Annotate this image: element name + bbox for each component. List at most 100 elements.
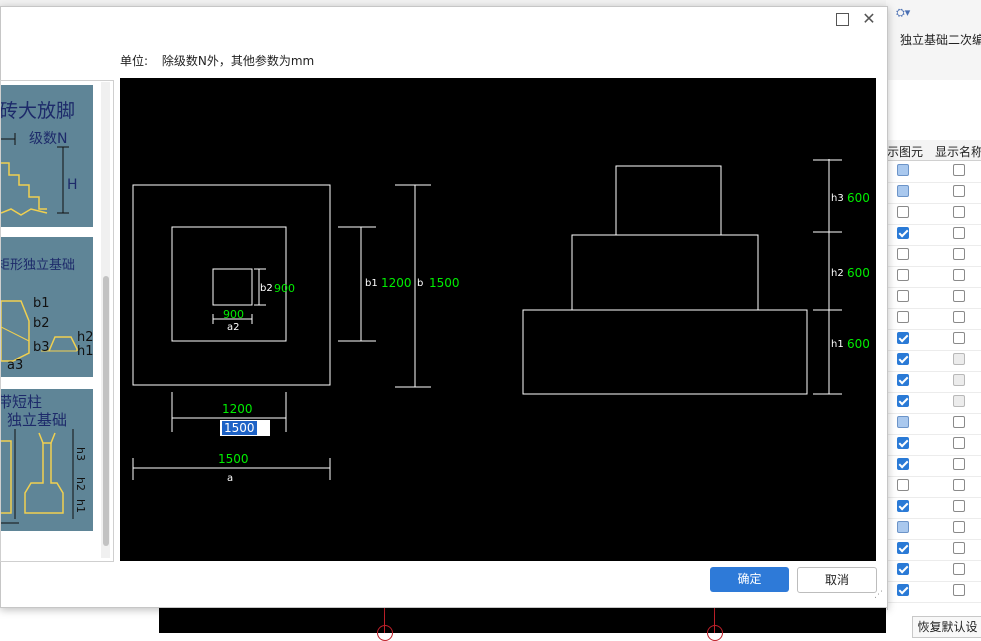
show-element-checkbox[interactable] bbox=[897, 500, 909, 512]
section-step-3 bbox=[615, 165, 722, 236]
show-name-checkbox[interactable] bbox=[953, 374, 965, 386]
thumbnail-label-h1: h1 bbox=[74, 499, 87, 513]
h2-value[interactable]: 600 bbox=[847, 266, 870, 280]
close-button[interactable]: ✕ bbox=[860, 10, 878, 28]
show-element-checkbox[interactable] bbox=[897, 290, 909, 302]
show-element-checkbox[interactable] bbox=[897, 416, 909, 428]
thumbnail-brick-footing[interactable]: 砖大放脚 级数N H bbox=[1, 85, 93, 227]
thumbnail-label-b3: b3 bbox=[33, 340, 50, 355]
show-name-checkbox[interactable] bbox=[953, 584, 965, 596]
grid-header-show-name: 显示名称 bbox=[935, 145, 981, 159]
grid-header-show-element: 示图元 bbox=[887, 145, 924, 159]
show-element-checkbox[interactable] bbox=[897, 563, 909, 575]
show-element-checkbox[interactable] bbox=[897, 542, 909, 554]
show-name-checkbox[interactable] bbox=[953, 290, 965, 302]
grid-row bbox=[887, 245, 981, 267]
a1-edit-field[interactable]: 1500 bbox=[220, 420, 270, 436]
b1-label: b1 bbox=[365, 278, 378, 289]
a1-edit-selection: 1500 bbox=[222, 421, 257, 435]
show-name-checkbox[interactable] bbox=[953, 353, 965, 365]
ok-button[interactable]: 确定 bbox=[710, 567, 789, 592]
h1-value[interactable]: 600 bbox=[847, 337, 870, 351]
thumbnail-rectangular-footing[interactable]: 矩形独立基础 b1 b2 b3 a3 h2 h1 bbox=[1, 237, 93, 377]
grid-row bbox=[887, 203, 981, 225]
show-name-checkbox[interactable] bbox=[953, 164, 965, 176]
show-name-checkbox[interactable] bbox=[953, 206, 965, 218]
thumbnail-footing-with-column[interactable]: 带短柱 独立基础 h3 h2 h1 bbox=[1, 389, 93, 531]
show-name-checkbox[interactable] bbox=[953, 311, 965, 323]
show-element-checkbox[interactable] bbox=[897, 269, 909, 281]
thumbnail-scrollbar-thumb[interactable] bbox=[103, 276, 109, 546]
thumbnail-rectangular-footing-drawing: 矩形独立基础 b1 b2 b3 a3 h2 h1 bbox=[1, 258, 93, 373]
thumbnail-subtitle: 独立基础 bbox=[7, 411, 67, 429]
show-name-checkbox[interactable] bbox=[953, 437, 965, 449]
a2-value[interactable]: 900 bbox=[223, 308, 244, 321]
plan-outer-rectangle bbox=[132, 184, 331, 386]
show-name-checkbox[interactable] bbox=[953, 458, 965, 470]
footing-plan-outline bbox=[1, 300, 30, 362]
show-name-checkbox[interactable] bbox=[953, 248, 965, 260]
resize-grip[interactable]: ⋰ bbox=[874, 590, 883, 600]
restore-default-button[interactable]: 恢复默认设 bbox=[912, 616, 981, 638]
column-section-outline bbox=[24, 443, 64, 514]
show-element-checkbox[interactable] bbox=[897, 248, 909, 260]
thumbnail-title: 砖大放脚 bbox=[1, 100, 75, 122]
show-element-checkbox[interactable] bbox=[897, 374, 909, 386]
thumbnail-title: 带短柱 bbox=[1, 393, 42, 411]
grid-row bbox=[887, 497, 981, 519]
show-element-checkbox[interactable] bbox=[897, 584, 909, 596]
thumbnail-label-b2: b2 bbox=[33, 316, 50, 331]
b-value[interactable]: 1500 bbox=[429, 276, 460, 290]
b1-value[interactable]: 1200 bbox=[381, 276, 412, 290]
thumbnail-label-h: H bbox=[67, 177, 78, 193]
show-name-checkbox[interactable] bbox=[953, 395, 965, 407]
unit-description: 单位: 除级数N外，其他参数为mm bbox=[120, 52, 324, 69]
show-element-checkbox[interactable] bbox=[897, 353, 909, 365]
show-name-checkbox[interactable] bbox=[953, 500, 965, 512]
show-name-checkbox[interactable] bbox=[953, 185, 965, 197]
h1-label: h1 bbox=[831, 339, 844, 350]
show-element-checkbox[interactable] bbox=[897, 185, 909, 197]
show-element-checkbox[interactable] bbox=[897, 206, 909, 218]
show-element-checkbox[interactable] bbox=[897, 227, 909, 239]
show-name-checkbox[interactable] bbox=[953, 416, 965, 428]
show-element-checkbox[interactable] bbox=[897, 437, 909, 449]
grid-row bbox=[887, 581, 981, 603]
thumbnail-label-b1: b1 bbox=[33, 296, 50, 311]
grid-row bbox=[887, 518, 981, 540]
maximize-button[interactable] bbox=[836, 13, 849, 26]
thumbnail-label-a3: a3 bbox=[7, 358, 23, 373]
show-name-checkbox[interactable] bbox=[953, 542, 965, 554]
show-element-checkbox[interactable] bbox=[897, 164, 909, 176]
show-name-checkbox[interactable] bbox=[953, 227, 965, 239]
unit-label: 单位: bbox=[120, 54, 149, 68]
h3-label: h3 bbox=[831, 193, 844, 204]
grid-row bbox=[887, 287, 981, 309]
a-value[interactable]: 1500 bbox=[218, 452, 249, 466]
show-element-checkbox[interactable] bbox=[897, 311, 909, 323]
cancel-button[interactable]: 取消 bbox=[797, 567, 877, 593]
show-name-checkbox[interactable] bbox=[953, 521, 965, 533]
section-step-2 bbox=[571, 234, 759, 311]
h3-value[interactable]: 600 bbox=[847, 191, 870, 205]
a1-value[interactable]: 1200 bbox=[222, 402, 253, 416]
show-element-checkbox[interactable] bbox=[897, 395, 909, 407]
b2-value[interactable]: 900 bbox=[274, 282, 295, 295]
show-name-checkbox[interactable] bbox=[953, 269, 965, 281]
show-element-checkbox[interactable] bbox=[897, 521, 909, 533]
show-name-checkbox[interactable] bbox=[953, 479, 965, 491]
thumbnail-label-n: 级数N bbox=[29, 131, 67, 147]
show-element-checkbox[interactable] bbox=[897, 458, 909, 470]
show-element-checkbox[interactable] bbox=[897, 332, 909, 344]
properties-icon[interactable]: ⛭▾ bbox=[896, 6, 910, 20]
grid-row bbox=[887, 224, 981, 246]
parameter-drawing-canvas[interactable]: 900 a2 b2 900 b1 1200 b 1500 1200 1500 a… bbox=[120, 78, 876, 561]
a-label: a bbox=[227, 473, 233, 484]
background-tab-title[interactable]: 独立基础二次编 bbox=[900, 31, 981, 48]
footing-section-outline bbox=[48, 336, 78, 352]
show-name-checkbox[interactable] bbox=[953, 563, 965, 575]
show-name-checkbox[interactable] bbox=[953, 332, 965, 344]
show-element-checkbox[interactable] bbox=[897, 479, 909, 491]
grid-row bbox=[887, 371, 981, 393]
grid-row bbox=[887, 329, 981, 351]
